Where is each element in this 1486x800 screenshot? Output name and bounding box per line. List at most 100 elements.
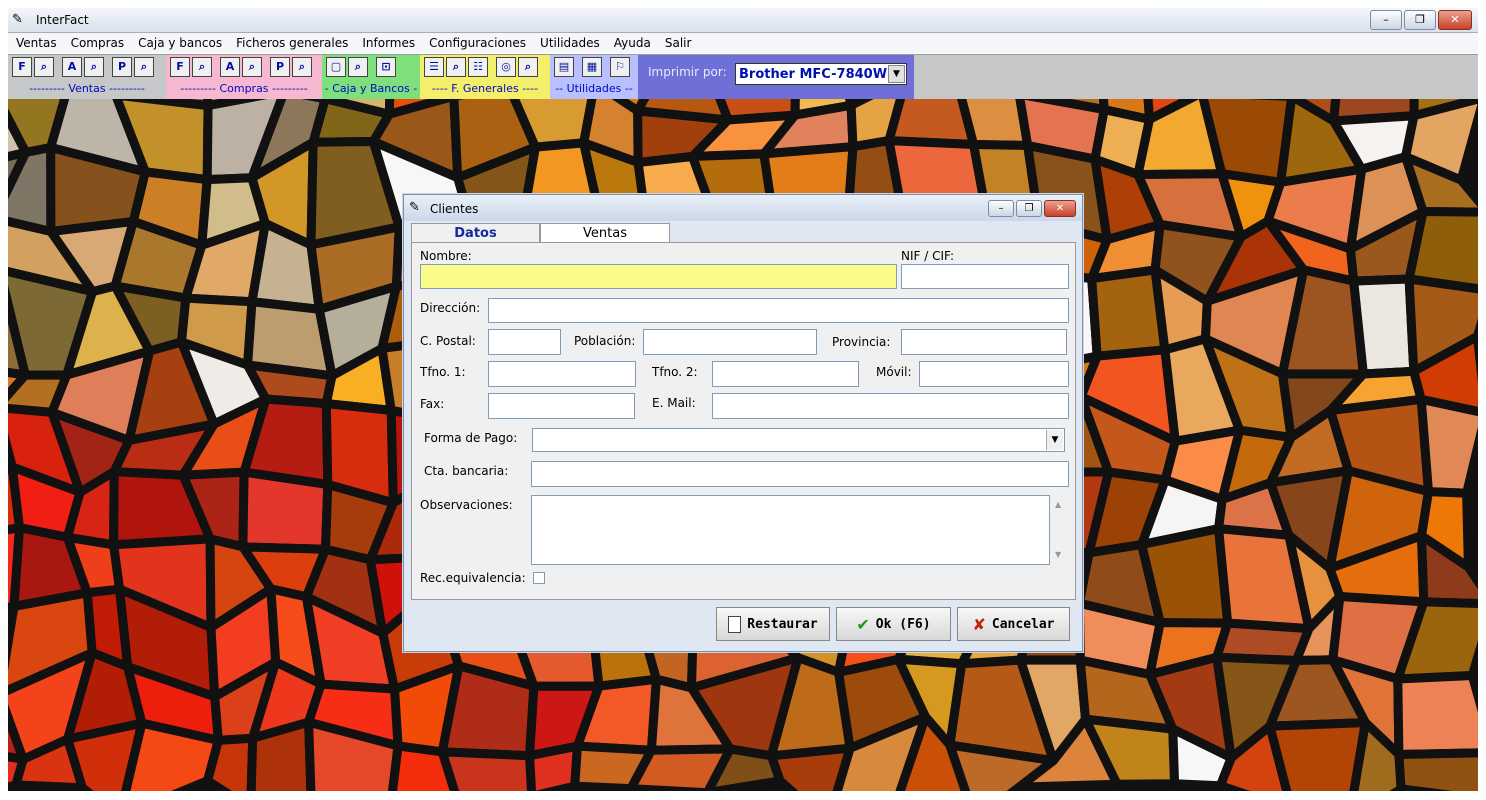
cta-bancaria-field[interactable]: [531, 461, 1069, 487]
toolbar-label-fgenerales: ---- F. Generales ----: [431, 82, 539, 95]
toolbar-group-ventas: F ⌕ A ⌕ P ⌕ --------- Ventas ---------: [8, 55, 166, 99]
nombre-field[interactable]: [420, 264, 897, 289]
restore-button[interactable]: ❐: [1404, 10, 1436, 30]
compras-albaran-search-icon[interactable]: ⌕: [242, 57, 262, 77]
compras-albaran-button[interactable]: A: [220, 57, 240, 77]
minimize-button[interactable]: –: [1370, 10, 1402, 30]
ok-label: Ok (F6): [875, 616, 931, 632]
movil-label: Móvil:: [876, 365, 912, 379]
nif-label: NIF / CIF:: [901, 249, 955, 263]
email-field[interactable]: [712, 393, 1069, 419]
printer-select[interactable]: Brother MFC-7840W ▼: [735, 63, 907, 85]
printer-panel: Imprimir por: Brother MFC-7840W ▼: [638, 55, 914, 99]
dialog-title-bar: ✎ Clientes – ❐ ✕: [404, 195, 1082, 221]
forma-pago-select[interactable]: ▼: [532, 428, 1065, 452]
toolbar-group-utilidades: ▤ ▦ ⚐ -- Utilidades --: [550, 55, 638, 99]
glass-tile: [1394, 748, 1478, 791]
menu-ficheros-generales[interactable]: Ficheros generales: [229, 36, 355, 50]
exit-figure-icon[interactable]: ⚐: [610, 57, 630, 77]
tfno1-field[interactable]: [488, 361, 636, 387]
caja-button[interactable]: ▢: [326, 57, 346, 77]
chevron-down-icon[interactable]: ▼: [888, 65, 905, 83]
bancos-lock-icon[interactable]: ⊡: [376, 57, 396, 77]
toolbar-group-fgenerales: ☰ ⌕ ☷ ◎ ⌕ ---- F. Generales ----: [420, 55, 550, 99]
proveedores-search-icon[interactable]: ⌕: [518, 57, 538, 77]
glass-tile: [246, 717, 316, 791]
glass-tile: [1393, 671, 1478, 759]
compras-factura-search-icon[interactable]: ⌕: [192, 57, 212, 77]
forma-pago-label: Forma de Pago:: [424, 431, 518, 445]
menu-utilidades[interactable]: Utilidades: [533, 36, 607, 50]
glass-tile: [437, 661, 539, 761]
cancelar-button[interactable]: ✘ Cancelar: [957, 607, 1070, 641]
nif-field[interactable]: [901, 264, 1069, 289]
poblacion-field[interactable]: [643, 329, 817, 355]
articulos-list-icon[interactable]: ☰: [424, 57, 444, 77]
nombre-label: Nombre:: [420, 249, 472, 263]
dialog-restore-button[interactable]: ❐: [1016, 200, 1042, 217]
provincia-label: Provincia:: [832, 335, 891, 349]
direccion-label: Dirección:: [420, 301, 481, 315]
menu-configuraciones[interactable]: Configuraciones: [422, 36, 533, 50]
scroll-down-icon[interactable]: ▼: [1055, 550, 1061, 559]
provincia-field[interactable]: [901, 329, 1067, 355]
rec-equivalencia-label: Rec.equivalencia:: [420, 571, 526, 585]
tfno2-field[interactable]: [712, 361, 859, 387]
movil-field[interactable]: [919, 361, 1069, 387]
glass-tile: [1349, 274, 1419, 379]
menu-bar: Ventas Compras Caja y bancos Ficheros ge…: [8, 33, 1478, 53]
caja-search-icon[interactable]: ⌕: [348, 57, 368, 77]
tfno1-label: Tfno. 1:: [420, 365, 466, 379]
observaciones-scrollbar[interactable]: ▲ ▼: [1051, 496, 1068, 564]
ok-button[interactable]: ✔ Ok (F6): [836, 607, 951, 641]
compras-factura-button[interactable]: F: [170, 57, 190, 77]
menu-informes[interactable]: Informes: [355, 36, 422, 50]
dialog-close-button[interactable]: ✕: [1044, 200, 1076, 217]
ventas-presupuesto-search-icon[interactable]: ⌕: [134, 57, 154, 77]
menu-compras[interactable]: Compras: [64, 36, 132, 50]
glass-tile: [1416, 394, 1478, 498]
toolbar-group-caja: ▢ ⌕ ⊡ - Caja y Bancos -: [322, 55, 420, 99]
ventas-factura-button[interactable]: F: [12, 57, 32, 77]
checkmark-icon: ✔: [856, 614, 870, 634]
menu-ventas[interactable]: Ventas: [8, 36, 64, 50]
compras-pedido-button[interactable]: P: [270, 57, 290, 77]
tab-ventas[interactable]: Ventas: [540, 223, 670, 243]
observaciones-label: Observaciones:: [420, 498, 513, 512]
chevron-down-icon[interactable]: ▼: [1046, 430, 1063, 450]
proveedores-icon[interactable]: ◎: [496, 57, 516, 77]
glass-tile: [525, 741, 582, 791]
menu-salir[interactable]: Salir: [658, 36, 699, 50]
toolbar-group-compras: F ⌕ A ⌕ P ⌕ --------- Compras ---------: [166, 55, 322, 99]
tfno2-label: Tfno. 2:: [652, 365, 698, 379]
menu-ayuda[interactable]: Ayuda: [607, 36, 658, 50]
clientes-dialog: ✎ Clientes – ❐ ✕ Datos Ventas Nombre: NI…: [403, 194, 1083, 652]
calculator-icon[interactable]: ▦: [582, 57, 602, 77]
notepad-icon[interactable]: ▤: [554, 57, 574, 77]
ventas-albaran-button[interactable]: A: [62, 57, 82, 77]
glass-tile: [1137, 524, 1233, 628]
ventas-albaran-search-icon[interactable]: ⌕: [84, 57, 104, 77]
restaurar-label: Restaurar: [747, 616, 818, 632]
cpostal-field[interactable]: [488, 329, 561, 355]
close-button[interactable]: ✕: [1438, 10, 1472, 30]
direccion-field[interactable]: [488, 298, 1069, 323]
restaurar-button[interactable]: Restaurar: [716, 607, 830, 641]
dialog-minimize-button[interactable]: –: [988, 200, 1014, 217]
rec-equivalencia-checkbox[interactable]: [533, 572, 545, 584]
glass-tile: [203, 733, 258, 791]
dialog-title: Clientes: [430, 202, 479, 216]
app-window: ✎ InterFact – ❐ ✕ Ventas Compras Caja y …: [0, 0, 1486, 800]
clientes-card-icon[interactable]: ☷: [468, 57, 488, 77]
menu-caja-bancos[interactable]: Caja y bancos: [131, 36, 229, 50]
ventas-presupuesto-button[interactable]: P: [112, 57, 132, 77]
restore-page-icon: [728, 615, 742, 633]
fax-label: Fax:: [420, 397, 445, 411]
scroll-up-icon[interactable]: ▲: [1055, 500, 1061, 509]
ventas-factura-search-icon[interactable]: ⌕: [34, 57, 54, 77]
glass-tile: [1265, 718, 1370, 791]
observaciones-textarea[interactable]: ▲ ▼: [531, 495, 1068, 565]
compras-pedido-search-icon[interactable]: ⌕: [292, 57, 312, 77]
fax-field[interactable]: [488, 393, 635, 419]
articulos-search-icon[interactable]: ⌕: [446, 57, 466, 77]
